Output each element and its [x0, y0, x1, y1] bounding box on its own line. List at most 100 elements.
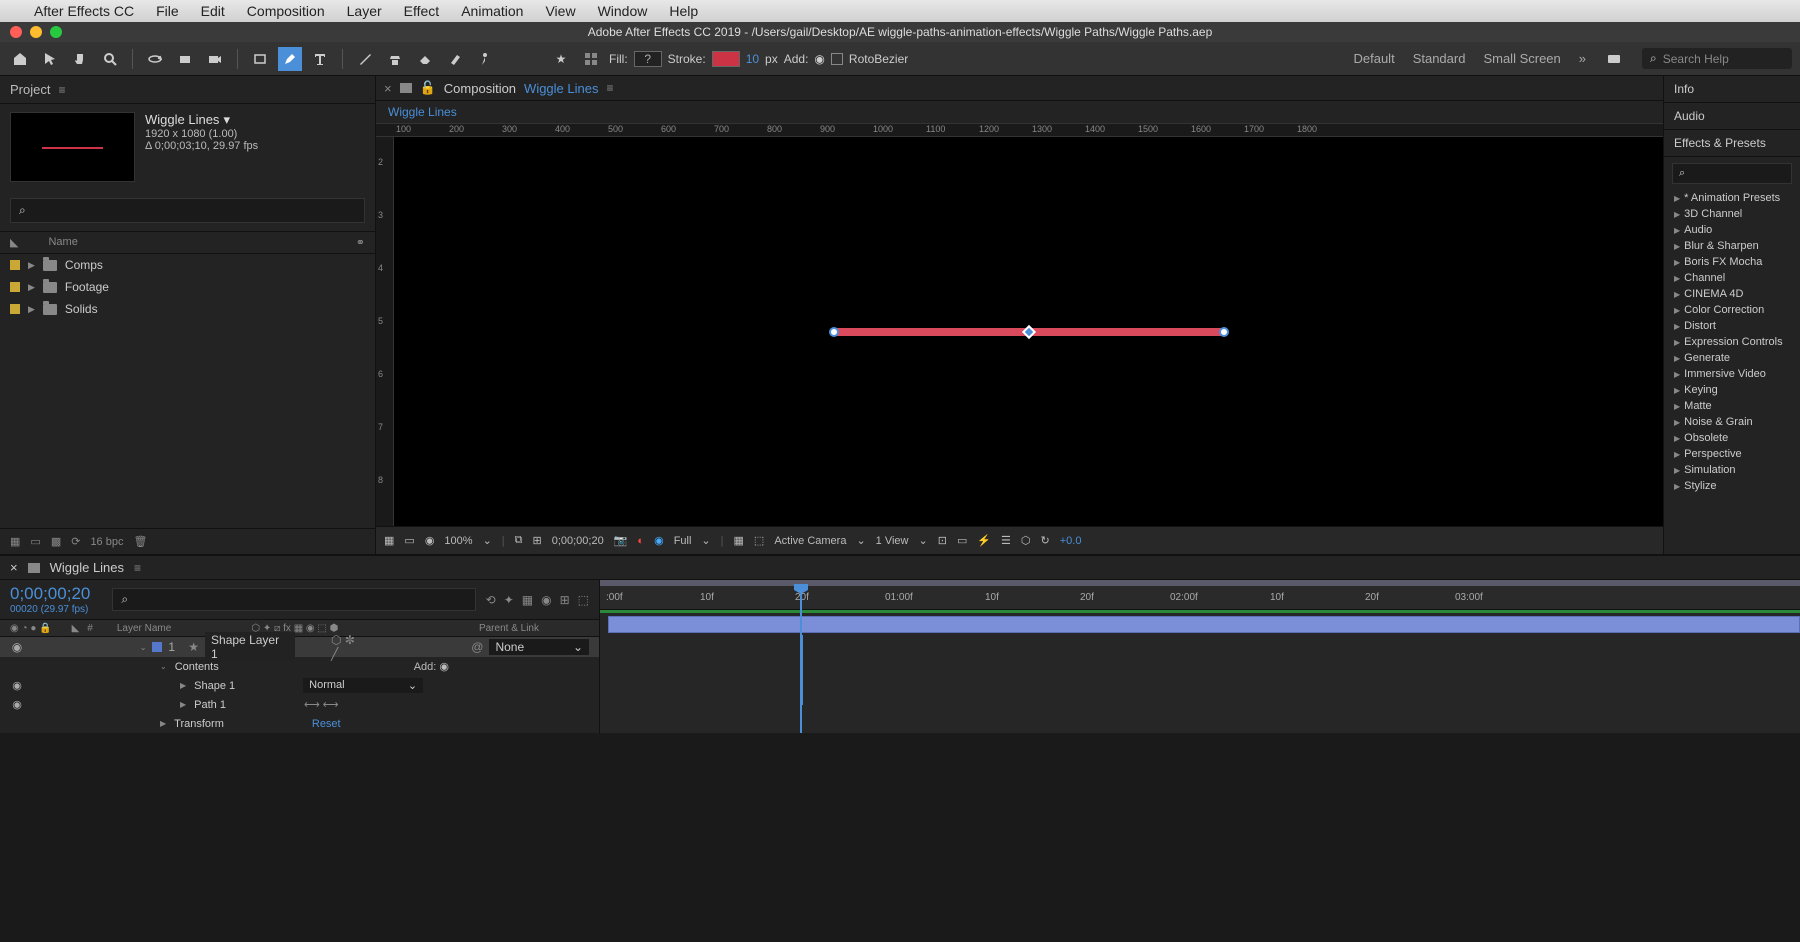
shape-path-line[interactable] [834, 328, 1224, 336]
color-mgmt-icon[interactable]: ◉ [654, 534, 664, 547]
effects-category[interactable]: ▶Generate [1664, 350, 1800, 366]
audio-panel-header[interactable]: Audio [1664, 103, 1800, 130]
label-column-icon[interactable]: ◣ [72, 623, 80, 634]
brainstorm-icon[interactable]: ⬚ [578, 593, 589, 607]
name-column[interactable]: Name [48, 236, 77, 249]
menu-window[interactable]: Window [598, 3, 648, 19]
zoom-tool[interactable] [98, 47, 122, 71]
view-opts-icon[interactable]: ⊡ [938, 534, 947, 547]
time-ruler[interactable]: :00f 10f 20f 01:00f 10f 20f 02:00f 10f 2… [600, 580, 1800, 610]
work-area-bar[interactable] [600, 580, 1800, 586]
effects-category[interactable]: ▶Color Correction [1664, 302, 1800, 318]
channel-icon[interactable]: ◐ [637, 535, 644, 547]
effects-category[interactable]: ▶Distort [1664, 318, 1800, 334]
timeline-graph-area[interactable]: :00f 10f 20f 01:00f 10f 20f 02:00f 10f 2… [600, 580, 1800, 733]
layer-name-column[interactable]: Layer Name [117, 623, 171, 634]
layer-shape1-row[interactable]: ◉ ▶ Shape 1 Normal⌄ [0, 676, 599, 695]
workspace-small[interactable]: Small Screen [1483, 51, 1560, 66]
home-button[interactable] [8, 47, 32, 71]
hand-tool[interactable] [68, 47, 92, 71]
project-folder-comps[interactable]: ▶ Comps [0, 254, 375, 276]
views-dropdown[interactable]: 1 View [876, 535, 909, 547]
help-search[interactable]: ⌕ Search Help [1642, 48, 1792, 69]
effects-category[interactable]: ▶Expression Controls [1664, 334, 1800, 350]
shy-icon[interactable]: ⟲ [486, 593, 496, 607]
close-tab-icon[interactable]: × [10, 560, 18, 575]
add-property-label[interactable]: Add: ◉ [414, 660, 449, 673]
menu-effect[interactable]: Effect [404, 3, 440, 19]
bpc-toggle[interactable]: ⟳ [71, 535, 80, 548]
stroke-control[interactable]: Stroke: 10 px [668, 51, 778, 67]
lock-icon[interactable]: 🔓 [420, 80, 436, 96]
pickwhip-icon[interactable]: @ [471, 640, 483, 654]
stroke-width[interactable]: 10 [746, 52, 759, 66]
layer-switches[interactable]: ⬡ ✼ ╱ [331, 633, 365, 661]
orbit-tool[interactable] [143, 47, 167, 71]
reset-button[interactable]: Reset [312, 718, 341, 730]
snapshot-icon[interactable]: 📷 [614, 534, 628, 547]
effects-category[interactable]: ▶Immersive Video [1664, 366, 1800, 382]
roi-icon[interactable]: ⧉ [515, 534, 523, 547]
timeline-tab-name[interactable]: Wiggle Lines [50, 560, 124, 575]
comp-shy-icon[interactable]: ✦ [504, 593, 514, 607]
effects-category[interactable]: ▶Perspective [1664, 446, 1800, 462]
effects-category[interactable]: ▶Channel [1664, 270, 1800, 286]
camera-tool[interactable] [203, 47, 227, 71]
workspace-standard[interactable]: Standard [1413, 51, 1466, 66]
type-tool[interactable] [308, 47, 332, 71]
menu-composition[interactable]: Composition [247, 3, 325, 19]
maximize-window-icon[interactable] [50, 26, 62, 38]
project-folder-footage[interactable]: ▶ Footage [0, 276, 375, 298]
pixel-aspect-icon[interactable]: ▭ [957, 534, 967, 547]
reset-exposure-icon[interactable]: ↻ [1041, 534, 1050, 547]
visibility-icon[interactable]: ◉ [10, 640, 24, 654]
link-column-icon[interactable]: ⚭ [356, 236, 365, 249]
project-panel-header[interactable]: Project ≡ [0, 76, 375, 104]
selection-tool[interactable] [38, 47, 62, 71]
comp-tab-name[interactable]: Wiggle Lines [524, 81, 598, 96]
project-item-name[interactable]: Wiggle Lines [145, 112, 258, 128]
panel-menu-icon[interactable]: ≡ [606, 81, 613, 95]
path-icons[interactable]: ⟷ ⟷ [304, 698, 339, 711]
grid-overlay-icon[interactable]: ⊞ [533, 534, 542, 547]
flowchart-icon[interactable]: ⬡ [1021, 534, 1031, 547]
layer-path1-row[interactable]: ◉ ▶ Path 1 ⟷ ⟷ [0, 695, 599, 714]
path-vertex-mid[interactable] [1021, 324, 1035, 338]
current-timecode[interactable]: 0;00;00;20 [10, 584, 90, 603]
layer-color-chip[interactable] [152, 642, 162, 652]
menu-app[interactable]: After Effects CC [34, 3, 134, 19]
roto-brush-tool[interactable] [443, 47, 467, 71]
project-folder-solids[interactable]: ▶ Solids [0, 298, 375, 320]
new-comp-icon[interactable]: ▩ [51, 535, 61, 548]
bpc-label[interactable]: 16 bpc [90, 536, 123, 548]
pen-tool[interactable] [278, 47, 302, 71]
path-vertex-left[interactable] [829, 327, 839, 337]
tag-column-icon[interactable]: ◣ [10, 236, 18, 249]
comp-timecode[interactable]: 0;00;00;20 [552, 535, 604, 547]
project-search[interactable]: ⌕ [10, 198, 365, 223]
panel-menu-icon[interactable]: ≡ [134, 561, 141, 575]
effects-category[interactable]: ▶* Animation Presets [1664, 190, 1800, 206]
rectangle-tool[interactable] [248, 47, 272, 71]
close-tab-icon[interactable]: × [384, 81, 392, 96]
blend-mode-dropdown[interactable]: Normal⌄ [303, 678, 423, 693]
effects-category[interactable]: ▶Keying [1664, 382, 1800, 398]
render-icon[interactable]: ▭ [404, 534, 414, 547]
timeline-icon[interactable]: ☰ [1001, 534, 1011, 547]
effects-category[interactable]: ▶3D Channel [1664, 206, 1800, 222]
grid-icon[interactable] [579, 47, 603, 71]
resolution-dropdown[interactable]: Full [674, 535, 692, 547]
timeline-search[interactable]: ⌕ [112, 588, 475, 611]
composition-canvas[interactable] [394, 137, 1663, 526]
stroke-swatch[interactable] [712, 51, 740, 67]
frame-blend-icon[interactable]: ▦ [522, 593, 533, 607]
layer-row-shape1[interactable]: ◉ ⌄ 1 ★ Shape Layer 1 ⬡ ✼ ╱ @ None⌄ [0, 637, 599, 657]
effects-category[interactable]: ▶Audio [1664, 222, 1800, 238]
close-window-icon[interactable] [10, 26, 22, 38]
draft3d-icon[interactable]: ◉ [425, 534, 435, 547]
effects-category[interactable]: ▶Stylize [1664, 478, 1800, 494]
av-features-icon[interactable]: ◉ ◔ ● 🔒 [10, 623, 52, 634]
puppet-tool[interactable] [473, 47, 497, 71]
add-shape-control[interactable]: Add: ◉ [784, 52, 825, 66]
rotation-tool[interactable] [173, 47, 197, 71]
